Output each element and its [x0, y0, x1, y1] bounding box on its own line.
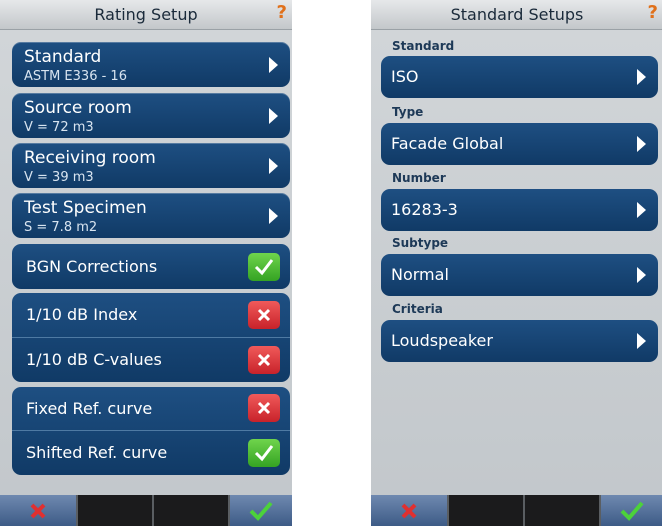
subtype-section-label: Subtype	[392, 236, 449, 250]
toolbar-slot-empty	[525, 495, 601, 526]
source-room-label: Source room	[24, 98, 132, 118]
fixed-ref-curve-label: Fixed Ref. curve	[26, 399, 153, 418]
fixed-ref-curve-row[interactable]: Fixed Ref. curve	[12, 387, 290, 430]
source-room-value: V = 72 m3	[24, 120, 94, 135]
checkmark-icon[interactable]	[248, 253, 280, 281]
type-select[interactable]: Facade Global	[381, 123, 658, 165]
standard-label: Standard	[24, 47, 102, 67]
title-bar: Standard Setups ?	[371, 0, 662, 30]
chevron-right-icon	[637, 333, 646, 349]
checkmark-icon	[249, 501, 273, 521]
help-icon[interactable]: ?	[648, 2, 658, 23]
one-tenth-db-group: 1/10 dB Index 1/10 dB C-values	[12, 293, 290, 382]
test-specimen-button[interactable]: Test Specimen S = 7.8 m2	[12, 193, 290, 238]
toolbar-slot-empty	[154, 495, 230, 526]
number-select[interactable]: 16283-3	[381, 189, 658, 231]
standard-value: ISO	[391, 67, 419, 86]
standard-setups-screen: Standard Setups ? Standard ISO Type Faca…	[371, 0, 662, 526]
bgn-corrections-label: BGN Corrections	[26, 257, 158, 276]
source-room-button[interactable]: Source room V = 72 m3	[12, 93, 290, 138]
criteria-select[interactable]: Loudspeaker	[381, 320, 658, 362]
shifted-ref-curve-label: Shifted Ref. curve	[26, 443, 168, 462]
cross-icon[interactable]	[248, 394, 280, 422]
cross-icon[interactable]	[248, 301, 280, 329]
test-specimen-value: S = 7.8 m2	[24, 220, 98, 235]
standard-button[interactable]: Standard ASTM E336 - 16	[12, 42, 290, 87]
receiving-room-button[interactable]: Receiving room V = 39 m3	[12, 143, 290, 188]
number-section-label: Number	[392, 171, 446, 185]
cross-icon	[401, 503, 417, 518]
chevron-right-icon	[269, 207, 278, 224]
chevron-right-icon	[637, 136, 646, 152]
chevron-right-icon	[637, 69, 646, 85]
receiving-room-label: Receiving room	[24, 148, 156, 168]
cancel-button[interactable]	[371, 495, 449, 526]
confirm-button[interactable]	[601, 495, 662, 526]
checkmark-icon[interactable]	[248, 439, 280, 467]
number-value: 16283-3	[391, 200, 458, 219]
receiving-room-value: V = 39 m3	[24, 170, 94, 185]
screen-title: Standard Setups	[450, 5, 584, 24]
chevron-right-icon	[637, 202, 646, 218]
rating-setup-screen: Rating Setup ? Standard ASTM E336 - 16 S…	[0, 0, 292, 526]
one-tenth-db-index-row[interactable]: 1/10 dB Index	[12, 293, 290, 337]
subtype-value: Normal	[391, 265, 449, 284]
cross-icon	[30, 503, 46, 518]
confirm-button[interactable]	[230, 495, 292, 526]
standard-select[interactable]: ISO	[381, 56, 658, 98]
cancel-button[interactable]	[0, 495, 78, 526]
cross-icon[interactable]	[248, 346, 280, 374]
chevron-right-icon	[269, 56, 278, 73]
criteria-section-label: Criteria	[392, 302, 443, 316]
test-specimen-label: Test Specimen	[24, 198, 147, 218]
bgn-corrections-group: BGN Corrections	[12, 244, 290, 289]
one-tenth-db-c-values-row[interactable]: 1/10 dB C-values	[12, 338, 290, 382]
toolbar-slot-empty	[78, 495, 154, 526]
standard-section-label: Standard	[392, 39, 455, 53]
one-tenth-db-c-values-label: 1/10 dB C-values	[26, 350, 162, 369]
type-section-label: Type	[392, 105, 424, 119]
ref-curve-group: Fixed Ref. curve Shifted Ref. curve	[12, 387, 290, 475]
bottom-toolbar	[0, 495, 292, 526]
chevron-right-icon	[269, 157, 278, 174]
checkmark-icon	[620, 501, 644, 521]
standard-value: ASTM E336 - 16	[24, 69, 127, 84]
chevron-right-icon	[269, 107, 278, 124]
help-icon[interactable]: ?	[277, 2, 287, 23]
screen-title: Rating Setup	[94, 5, 198, 24]
bgn-corrections-row[interactable]: BGN Corrections	[12, 244, 290, 289]
shifted-ref-curve-row[interactable]: Shifted Ref. curve	[12, 431, 290, 475]
subtype-select[interactable]: Normal	[381, 254, 658, 296]
criteria-value: Loudspeaker	[391, 331, 493, 350]
type-value: Facade Global	[391, 134, 504, 153]
chevron-right-icon	[637, 267, 646, 283]
bottom-toolbar	[371, 495, 662, 526]
one-tenth-db-index-label: 1/10 dB Index	[26, 305, 138, 324]
toolbar-slot-empty	[449, 495, 525, 526]
title-bar: Rating Setup ?	[0, 0, 292, 30]
